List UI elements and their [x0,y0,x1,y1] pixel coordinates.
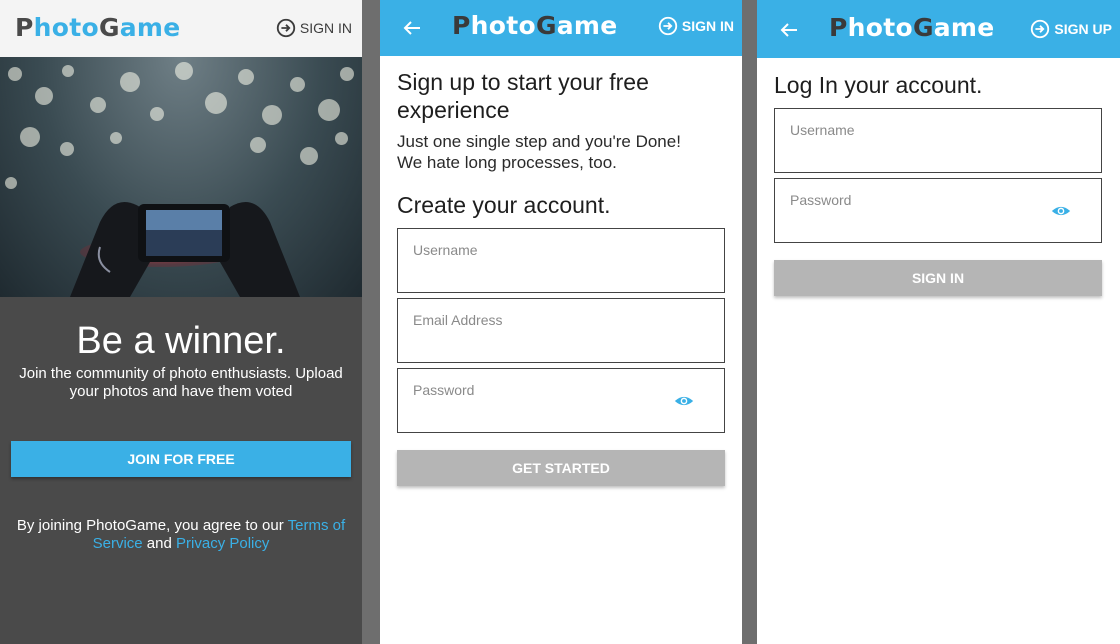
sign-in-button[interactable]: SIGN IN [774,260,1102,296]
privacy-policy-link[interactable]: Privacy Policy [176,535,269,552]
logo-letter-g: G [535,11,557,40]
sign-in-link[interactable]: SIGN IN [657,15,734,37]
hero-subtitle: Join the community of photo enthusiasts.… [19,365,343,400]
signup-subtext-line1: Just one single step and you're Done! [397,132,681,151]
create-account-heading: Create your account. [397,192,611,218]
email-field[interactable]: Email Address [397,298,725,363]
hero-title: Be a winner. [76,320,286,362]
password-field[interactable]: Password [397,368,725,433]
logo-text-ame: ame [556,11,618,40]
login-icon [658,16,678,36]
signup-subtext-line2: We hate long processes, too. [397,153,617,172]
login-icon [1031,19,1050,39]
password-placeholder: Password [790,192,852,208]
terms-prefix: By joining PhotoGame, you agree to our [16,517,288,534]
back-arrow-icon[interactable] [777,18,801,42]
logo-text-ame: ame [119,13,181,42]
username-field[interactable]: Username [774,108,1102,173]
terms-and: and [142,535,177,552]
photogame-logo: PhotoGame [452,11,618,40]
sign-up-link[interactable]: SIGN UP [1029,18,1112,40]
login-header: PhotoGame SIGN UP [757,0,1120,58]
logo-letter-g: G [912,13,934,42]
username-placeholder: Username [413,242,478,258]
logo-text-ame: ame [933,13,995,42]
landing-header: PhotoGame SIGN IN [0,0,362,57]
sign-up-label: SIGN UP [1054,21,1112,37]
terms-notice: By joining PhotoGame, you agree to our T… [0,517,362,553]
show-password-eye-icon[interactable] [674,391,694,411]
get-started-button[interactable]: GET STARTED [397,450,725,486]
login-heading: Log In your account. [774,72,983,98]
signup-header: PhotoGame SIGN IN [380,0,742,56]
username-placeholder: Username [790,122,855,138]
hands-holding-camera [70,202,300,297]
email-placeholder: Email Address [413,312,503,328]
signup-heading: Sign up to start your free experience [397,69,649,123]
login-icon [276,18,296,38]
join-for-free-button[interactable]: JOIN FOR FREE [11,441,351,477]
photogame-logo: PhotoGame [15,13,181,42]
signup-screen: PhotoGame SIGN IN Sign up to start your … [380,0,742,644]
login-screen: PhotoGame SIGN UP Log In your account. U… [757,0,1120,644]
logo-text-hoto: hoto [33,13,99,42]
logo-letter-p: P [15,13,34,42]
logo-text-hoto: hoto [470,11,536,40]
logo-letter-p: P [452,11,471,40]
show-password-eye-icon[interactable] [1051,201,1071,221]
sign-in-label: SIGN IN [681,18,734,34]
back-arrow-icon[interactable] [400,16,424,40]
sign-in-link[interactable]: SIGN IN [275,17,352,39]
logo-text-hoto: hoto [847,13,913,42]
hero-image [0,57,362,297]
sign-in-label: SIGN IN [299,20,352,36]
logo-letter-g: G [98,13,120,42]
landing-screen: PhotoGame SIGN IN Be a winner. Join the … [0,0,362,644]
password-placeholder: Password [413,382,475,398]
password-field[interactable]: Password [774,178,1102,243]
photogame-logo: PhotoGame [829,13,995,42]
logo-letter-p: P [829,13,848,42]
username-field[interactable]: Username [397,228,725,293]
